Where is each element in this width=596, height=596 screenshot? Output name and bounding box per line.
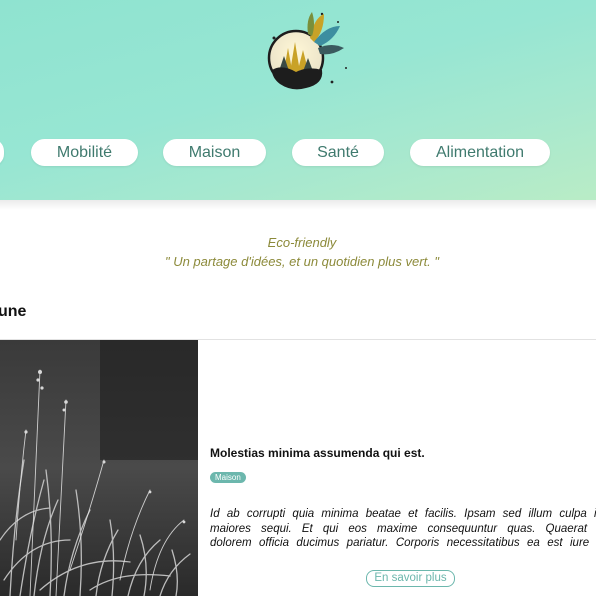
nav-item-sante[interactable]: Santé bbox=[292, 139, 384, 166]
category-badge[interactable]: Maison bbox=[210, 472, 246, 483]
nav-item-maison[interactable]: Maison bbox=[163, 139, 266, 166]
article-title[interactable]: Molestias minima assumenda qui est. bbox=[210, 446, 425, 460]
section-title: une bbox=[0, 303, 27, 320]
read-more-button[interactable]: En savoir plus bbox=[366, 570, 455, 587]
nav-item-partial[interactable] bbox=[0, 139, 4, 166]
site-header: Mobilité Maison Santé Alimentation bbox=[0, 0, 596, 210]
article-excerpt: Id ab corrupti quia minima beatae et fac… bbox=[210, 507, 596, 551]
nav-item-alimentation[interactable]: Alimentation bbox=[410, 139, 550, 166]
tagline-quote: " Un partage d'idées, et un quotidien pl… bbox=[164, 254, 440, 269]
tagline-title: Eco-friendly bbox=[267, 235, 337, 250]
excerpt-line: dolorem officia ducimus pariatur. Corpor… bbox=[210, 537, 596, 549]
excerpt-line: maiores sequi. Et qui eos maxime consequ… bbox=[210, 522, 596, 535]
forest-globe-logo-icon[interactable] bbox=[262, 8, 354, 96]
page: Mobilité Maison Santé Alimentation Eco-f… bbox=[0, 0, 596, 596]
excerpt-line: Id ab corrupti quia minima beatae et fac… bbox=[210, 508, 596, 520]
article-image[interactable] bbox=[0, 340, 198, 596]
nav-item-mobilite[interactable]: Mobilité bbox=[31, 139, 138, 166]
